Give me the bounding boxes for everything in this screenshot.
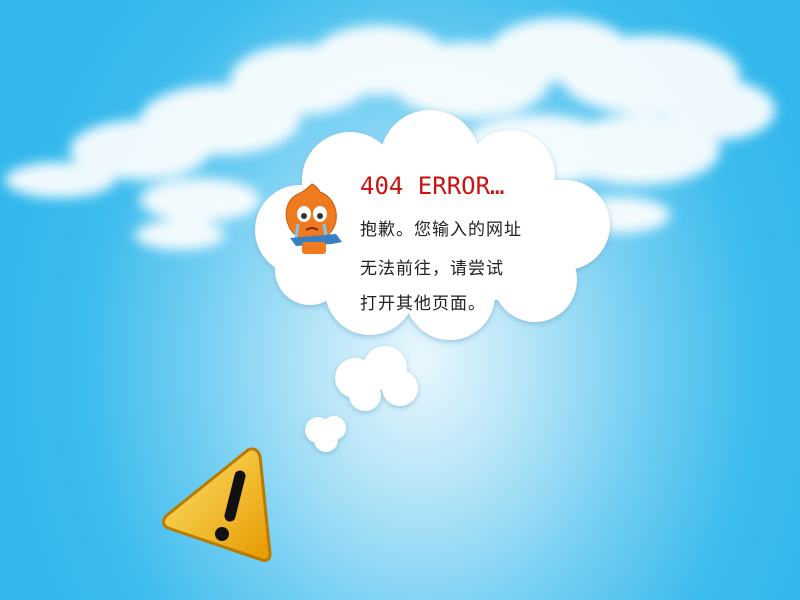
error-message-line-3: 打开其他页面。 [360,294,486,314]
error-title: 404 ERROR… [360,172,505,200]
error-message-line-2: 无法前往，请尝试 [360,259,504,279]
error-message-line-1: 抱歉。您输入的网址 [360,220,522,240]
crying-mascot-icon [285,183,342,254]
warning-triangle-icon [161,447,272,562]
